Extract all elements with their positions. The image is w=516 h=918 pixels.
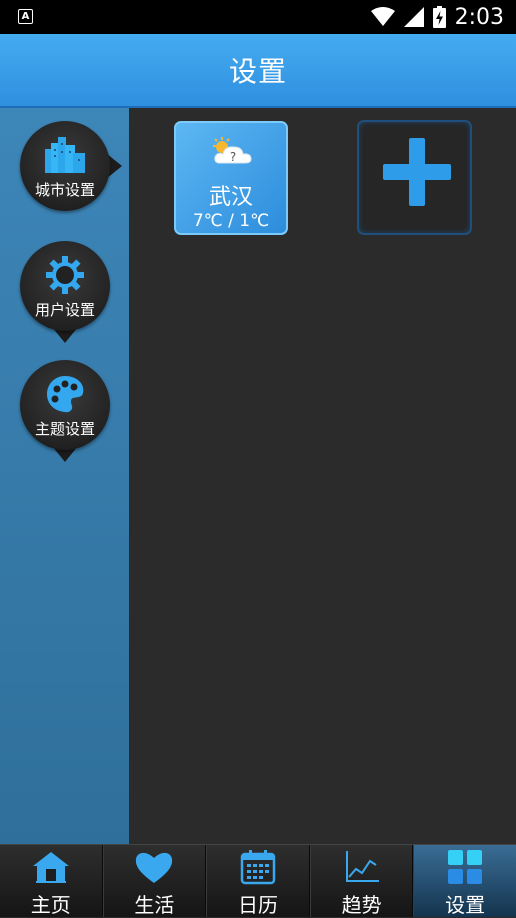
tab-calendar[interactable]: 日历 bbox=[206, 845, 310, 917]
tab-label: 主页 bbox=[30, 893, 71, 917]
status-time: 2:03 bbox=[454, 4, 504, 30]
gear-icon bbox=[46, 256, 84, 294]
heart-icon bbox=[136, 852, 173, 883]
sidebar-item-user-settings[interactable]: 用户设置 bbox=[20, 241, 110, 343]
trend-chart-icon bbox=[345, 851, 379, 882]
tab-home[interactable]: 主页 bbox=[0, 845, 103, 917]
plus-icon bbox=[383, 138, 451, 206]
home-icon bbox=[32, 852, 69, 883]
page-title: 设置 bbox=[228, 55, 287, 88]
notification-icon: A bbox=[18, 9, 33, 24]
tab-label: 生活 bbox=[134, 893, 175, 917]
sidebar-item-theme-settings[interactable]: 主题设置 bbox=[20, 360, 110, 462]
city-tile[interactable]: ? 武汉 7℃ / 1℃ bbox=[174, 121, 288, 235]
city-name: 武汉 bbox=[208, 185, 253, 210]
sidebar-item-label: 主题设置 bbox=[34, 420, 95, 438]
calendar-icon bbox=[240, 850, 276, 885]
status-icons: 2:03 bbox=[370, 0, 504, 34]
wifi-icon bbox=[370, 7, 395, 26]
battery-charging-icon bbox=[432, 6, 446, 28]
sidebar-item-city-settings[interactable]: 城市设置 bbox=[20, 121, 122, 221]
bottom-navigation: 主页 生活 日历 趋势 设置 bbox=[0, 844, 516, 917]
svg-text:?: ? bbox=[230, 150, 236, 164]
tab-label: 日历 bbox=[237, 893, 278, 917]
palette-icon bbox=[47, 376, 84, 413]
status-bar: A 2:03 bbox=[0, 0, 516, 34]
city-temperature: 7℃ / 1℃ bbox=[192, 211, 270, 231]
sidebar-item-label: 城市设置 bbox=[34, 181, 95, 199]
tab-label: 趋势 bbox=[341, 893, 382, 917]
tab-life[interactable]: 生活 bbox=[102, 845, 207, 917]
settings-sidebar: 城市设置 用户设置 主题设置 bbox=[0, 108, 129, 844]
app-header: 设置 bbox=[0, 34, 516, 108]
cell-signal-icon bbox=[403, 7, 424, 27]
tab-trend[interactable]: 趋势 bbox=[309, 845, 414, 917]
grid-icon bbox=[448, 850, 483, 884]
city-buildings-icon bbox=[45, 137, 85, 173]
add-city-button[interactable] bbox=[357, 120, 472, 235]
tab-label: 设置 bbox=[445, 893, 486, 917]
tab-settings[interactable]: 设置 bbox=[413, 845, 516, 917]
partly-cloudy-unknown-icon: ? bbox=[213, 137, 252, 164]
sidebar-item-label: 用户设置 bbox=[34, 301, 95, 319]
